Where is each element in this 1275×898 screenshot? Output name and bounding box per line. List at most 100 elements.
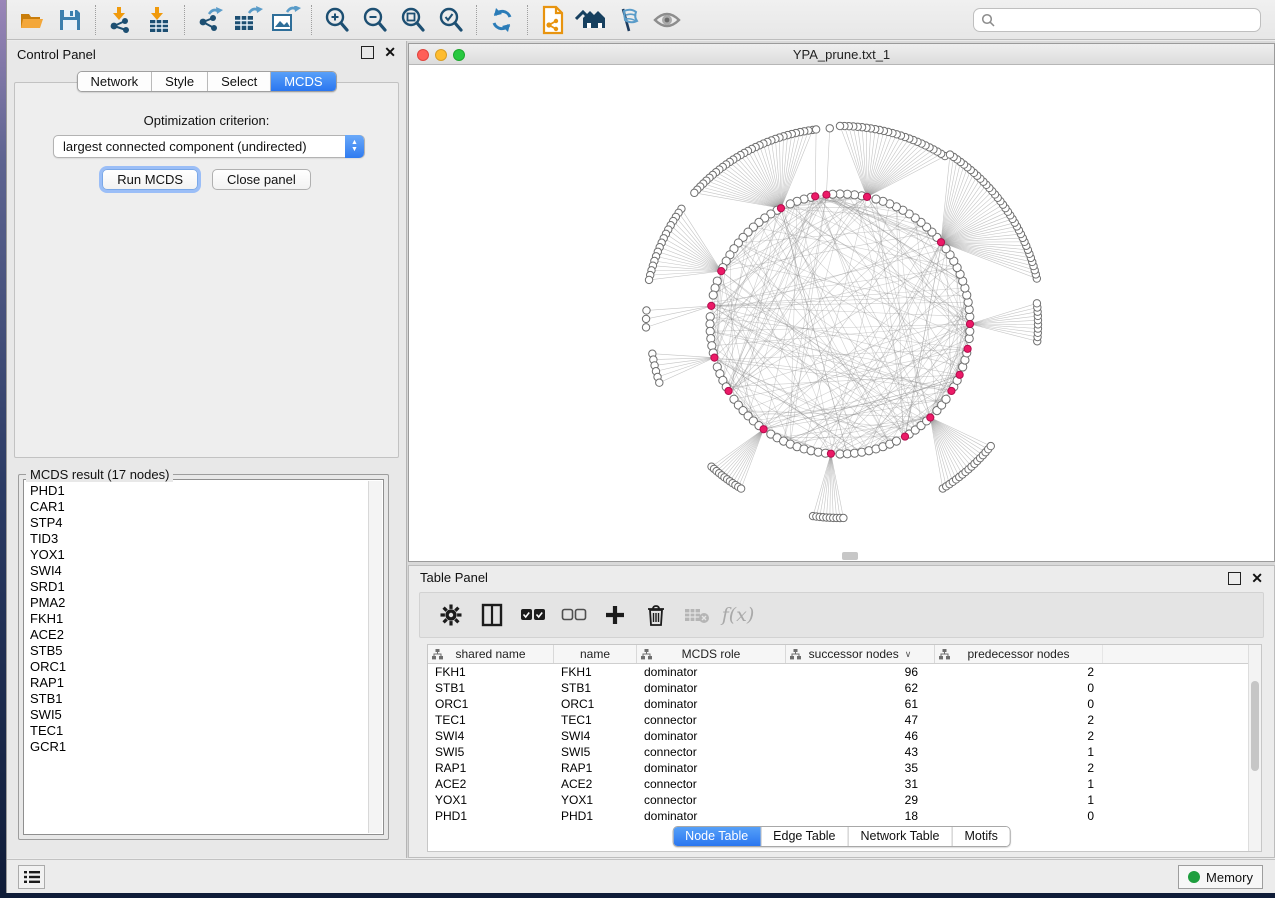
mcds-result-item[interactable]: CAR1 [25,499,367,515]
tab-mcds[interactable]: MCDS [271,72,335,91]
delete-column-button[interactable] [643,602,669,628]
network-leaf-node[interactable] [1033,300,1040,307]
column-header-name[interactable]: name [554,645,637,663]
network-hub-node[interactable] [956,371,963,378]
network-hscroll-thumb[interactable] [842,552,858,560]
table-row[interactable]: SWI5SWI5connector431 [428,744,1261,760]
zoom-selected-button[interactable] [432,3,470,37]
column-header-successor-nodes[interactable]: successor nodes ∨ [786,645,935,663]
table-row[interactable]: TEC1TEC1connector472 [428,712,1261,728]
optimization-criterion-dropdown[interactable]: largest connected component (undirected)… [53,135,365,158]
table-scrollbar[interactable] [1248,645,1261,851]
mcds-result-item[interactable]: RAP1 [25,675,367,691]
network-hub-node[interactable] [901,433,908,440]
network-hub-node[interactable] [718,268,725,275]
tab-network-table[interactable]: Network Table [849,827,953,846]
homes-button[interactable] [572,3,610,37]
mcds-result-item[interactable]: TID3 [25,531,367,547]
open-file-button[interactable] [13,3,51,37]
network-node[interactable] [942,395,950,403]
network-leaf-node[interactable] [826,125,833,132]
save-session-button[interactable] [51,3,89,37]
column-header-shared-name[interactable]: shared name [428,645,554,663]
network-leaf-node[interactable] [645,276,652,283]
network-hub-node[interactable] [725,387,732,394]
network-hub-node[interactable] [760,426,767,433]
mcds-result-item[interactable]: ACE2 [25,627,367,643]
column-header-mcds-role[interactable]: MCDS role [637,645,786,663]
run-mcds-button[interactable]: Run MCDS [102,169,198,190]
network-node[interactable] [786,200,794,208]
table-settings-button[interactable] [438,602,464,628]
mcds-result-item[interactable]: PMA2 [25,595,367,611]
network-leaf-node[interactable] [643,307,650,314]
mcds-result-item[interactable]: PHD1 [25,483,367,499]
network-hub-node[interactable] [937,239,944,246]
network-hub-node[interactable] [827,450,834,457]
close-panel-icon[interactable]: ✕ [384,44,396,61]
network-window-titlebar[interactable]: YPA_prune.txt_1 [409,44,1274,65]
network-leaf-node[interactable] [642,324,649,331]
tab-node-table[interactable]: Node Table [673,827,761,846]
table-row[interactable]: ACE2ACE2connector311 [428,776,1261,792]
mcds-result-item[interactable]: YOX1 [25,547,367,563]
close-table-panel-icon[interactable]: ✕ [1251,570,1263,587]
network-hub-node[interactable] [823,191,830,198]
network-hub-node[interactable] [863,193,870,200]
network-node[interactable] [709,291,717,299]
network-file-button[interactable] [534,3,572,37]
network-hub-node[interactable] [964,345,971,352]
mcds-list-scrollbar[interactable] [368,481,382,833]
network-hub-node[interactable] [777,205,784,212]
zoom-fit-button[interactable] [394,3,432,37]
zoom-in-button[interactable] [318,3,356,37]
show-columns-button[interactable] [479,602,505,628]
network-hub-node[interactable] [948,387,955,394]
network-leaf-node[interactable] [691,189,698,196]
mcds-result-item[interactable]: SWI4 [25,563,367,579]
tab-network[interactable]: Network [77,72,152,91]
network-node[interactable] [966,327,974,335]
network-hub-node[interactable] [927,414,934,421]
mcds-result-item[interactable]: SWI5 [25,707,367,723]
network-leaf-node[interactable] [946,151,953,158]
network-leaf-node[interactable] [812,126,819,133]
mcds-result-item[interactable]: SRD1 [25,579,367,595]
unselect-all-button[interactable] [561,602,587,628]
show-panels-button[interactable] [18,865,45,889]
float-panel-icon[interactable] [361,46,374,59]
tab-edge-table[interactable]: Edge Table [761,827,848,846]
function-builder-button[interactable]: f(x) [725,602,751,628]
mcds-result-item[interactable]: ORC1 [25,659,367,675]
network-leaf-node[interactable] [737,485,744,492]
import-table-button[interactable] [140,3,178,37]
tab-select[interactable]: Select [208,72,271,91]
network-node[interactable] [892,437,900,445]
network-hub-node[interactable] [711,354,718,361]
memory-button[interactable]: Memory [1178,865,1263,889]
column-header-predecessor-nodes[interactable]: predecessor nodes [935,645,1103,663]
network-hub-node[interactable] [812,193,819,200]
network-leaf-node[interactable] [840,514,847,521]
export-network-button[interactable] [191,3,229,37]
network-canvas[interactable] [409,66,1274,561]
network-hub-node[interactable] [966,320,973,327]
table-row[interactable]: PHD1PHD1dominator180 [428,808,1261,824]
table-row[interactable]: YOX1YOX1connector291 [428,792,1261,808]
sort-descending-icon[interactable]: ∨ [905,649,912,660]
import-network-button[interactable] [102,3,140,37]
tab-motifs[interactable]: Motifs [952,827,1009,846]
network-node[interactable] [872,195,880,203]
float-table-panel-icon[interactable] [1228,572,1241,585]
table-row[interactable]: ORC1ORC1dominator610 [428,696,1261,712]
search-input[interactable] [973,8,1261,32]
hide-button[interactable] [648,3,686,37]
table-row[interactable]: FKH1FKH1dominator962 [428,664,1261,680]
export-image-button[interactable] [267,3,305,37]
network-hub-node[interactable] [708,302,715,309]
export-table-button[interactable] [229,3,267,37]
zoom-out-button[interactable] [356,3,394,37]
mcds-result-item[interactable]: FKH1 [25,611,367,627]
mcds-result-item[interactable]: STB1 [25,691,367,707]
network-leaf-node[interactable] [642,315,649,322]
